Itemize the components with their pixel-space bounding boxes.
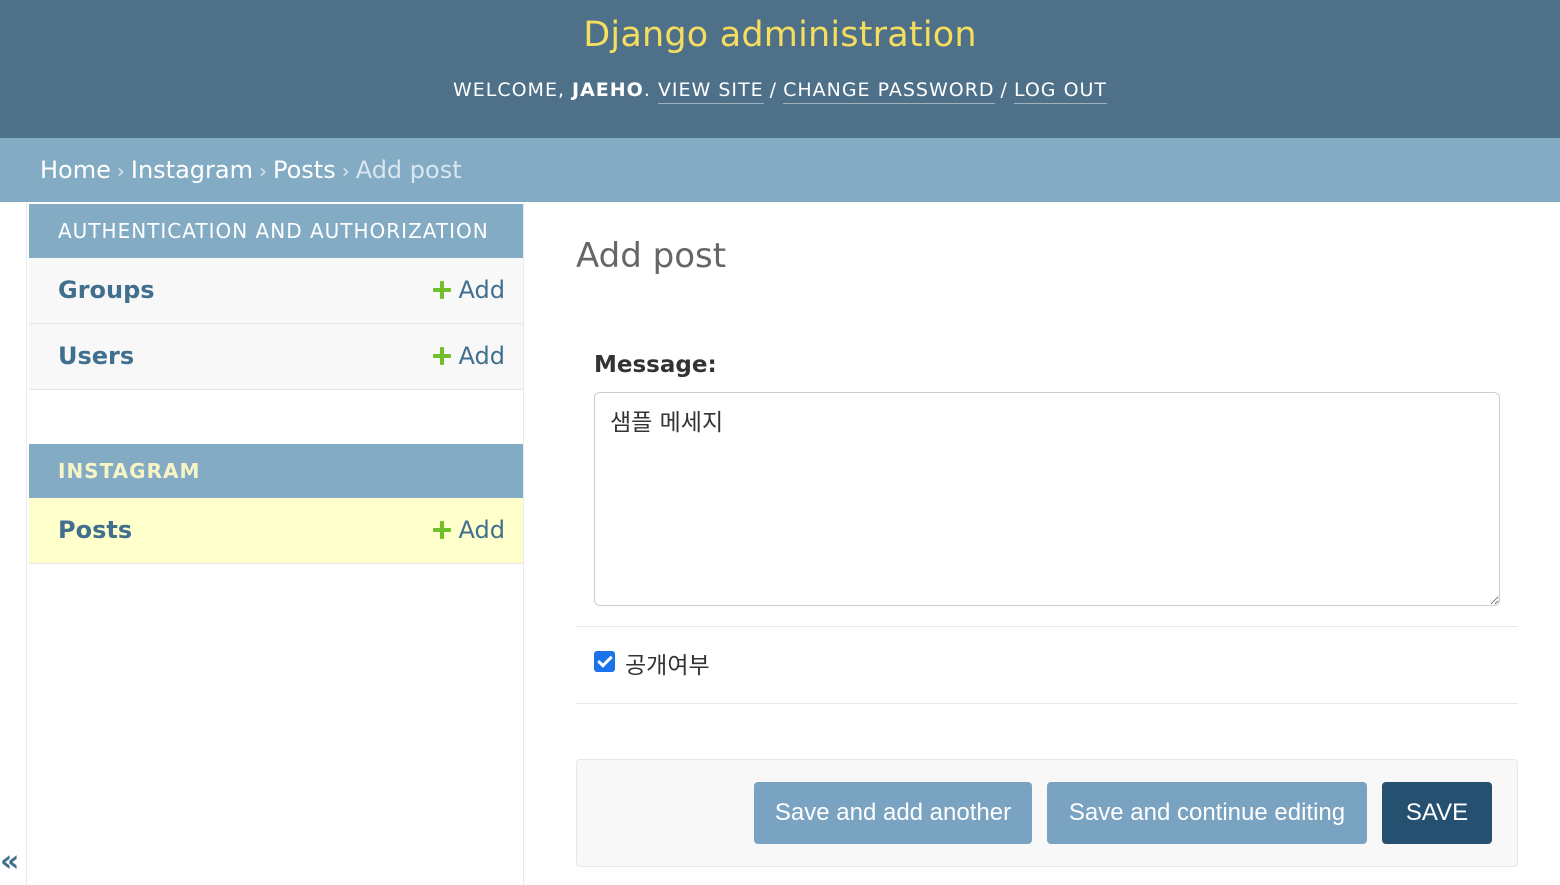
welcome-text: Welcome,: [452, 79, 573, 101]
form-row-divider: [576, 626, 1518, 627]
users-add-link[interactable]: Add: [432, 342, 505, 370]
form-row-divider: [576, 703, 1518, 704]
breadcrumb-app[interactable]: Instagram: [131, 156, 253, 184]
posts-link[interactable]: Posts: [58, 516, 132, 544]
breadcrumb-current: Add post: [355, 156, 462, 184]
plus-icon: [432, 281, 451, 299]
message-label: Message:: [594, 352, 717, 378]
view-site-link[interactable]: View site: [657, 79, 764, 104]
site-name[interactable]: Django administration: [0, 15, 1560, 55]
module-caption-label[interactable]: Instagram: [58, 459, 200, 483]
toggle-nav-sidebar-icon[interactable]: «: [0, 842, 22, 882]
posts-add-link[interactable]: Add: [432, 516, 505, 544]
groups-add-link[interactable]: Add: [432, 276, 505, 304]
sidebar-item-posts: Posts Add: [29, 498, 523, 564]
breadcrumb-separator: ›: [258, 159, 267, 183]
site-name-link[interactable]: Django administration: [583, 15, 977, 55]
change-password-link[interactable]: Change password: [783, 79, 995, 104]
breadcrumb-model[interactable]: Posts: [273, 156, 336, 184]
sidebar-item-groups: Groups Add: [29, 258, 523, 324]
submit-row: Save and add another Save and continue e…: [576, 759, 1518, 867]
module-caption-instagram[interactable]: Instagram: [29, 444, 523, 498]
breadcrumb-separator: ›: [116, 159, 125, 183]
page-title: Add post: [576, 236, 727, 276]
public-checkbox[interactable]: [594, 651, 615, 672]
plus-icon: [432, 347, 451, 365]
username: jaeho: [572, 79, 644, 101]
users-link[interactable]: Users: [58, 342, 134, 370]
breadcrumb-home[interactable]: Home: [40, 156, 111, 184]
groups-link[interactable]: Groups: [58, 276, 155, 304]
sidebar-item-users: Users Add: [29, 324, 523, 390]
user-tools: Welcome, jaeho. View site / Change passwor…: [0, 79, 1560, 104]
header: Django administration Welcome, jaeho. Vi…: [0, 0, 1560, 138]
save-and-continue-button[interactable]: Save and continue editing: [1047, 782, 1367, 844]
public-label[interactable]: 공개여부: [625, 646, 710, 680]
nav-sidebar: Authentication and Authorization Groups …: [26, 202, 524, 885]
save-button[interactable]: Save: [1382, 782, 1492, 844]
save-and-add-another-button[interactable]: Save and add another: [754, 782, 1032, 844]
plus-icon: [432, 521, 451, 539]
breadcrumb-separator: ›: [341, 159, 350, 183]
module-caption-label[interactable]: Authentication and Authorization: [58, 219, 489, 243]
breadcrumb: Home › Instagram › Posts › Add post: [0, 138, 1560, 202]
module-caption-auth[interactable]: Authentication and Authorization: [29, 204, 523, 258]
message-textarea[interactable]: 샘플 메세지: [594, 392, 1500, 606]
log-out-link[interactable]: Log out: [1013, 79, 1108, 104]
